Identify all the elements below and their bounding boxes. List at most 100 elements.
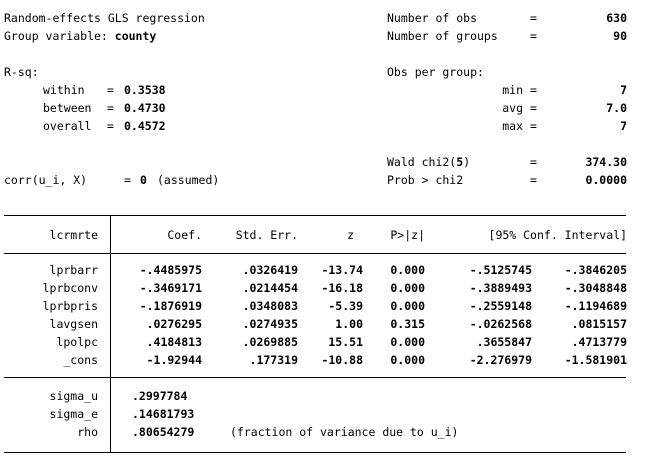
row-p: 0.000	[390, 263, 425, 277]
column-header-z: z	[347, 228, 354, 242]
group-variable-label: Group variable:	[4, 29, 115, 43]
row-std-err: .0214454	[242, 281, 298, 295]
row-coef: -.3469171	[139, 281, 202, 295]
prob-label: Prob > chi2	[387, 173, 464, 187]
group-variable-value: county	[114, 29, 157, 43]
row-ci-high: -.3846205	[564, 263, 627, 277]
row-ci-low: -.3889493	[469, 281, 532, 295]
row-coef: .0276295	[146, 317, 202, 331]
corr-label: corr(u_i, X)	[4, 173, 88, 187]
ngroups-label: Number of groups	[387, 29, 498, 43]
sigma-u-value: .2997784	[132, 389, 188, 403]
row-ci-low: -.0262568	[469, 317, 532, 331]
row-coef: -.1876919	[139, 299, 202, 313]
rho-note: (fraction of variance due to u_i)	[230, 425, 459, 439]
row-z: -5.39	[328, 299, 363, 313]
row-p: 0.000	[390, 299, 425, 313]
table-top-rule	[4, 215, 626, 216]
eq-sign: =	[107, 101, 114, 115]
regression-title: Random-effects GLS regression	[4, 11, 205, 25]
row-ci-low: .3655847	[476, 335, 532, 349]
nobs-label: Number of obs	[387, 11, 478, 25]
eq-sign: =	[124, 173, 131, 187]
eq-sign: =	[530, 119, 537, 133]
row-var-name: lpolpc	[56, 335, 98, 349]
table-sigma-rule	[4, 377, 626, 378]
depvar-label: lcrmrte	[49, 228, 98, 242]
ngroups-value: 90	[613, 29, 627, 43]
obs-per-group-label: Obs per group:	[387, 65, 484, 79]
between-label: between	[43, 101, 92, 115]
row-z: -10.88	[321, 353, 363, 367]
row-std-err: .0269885	[242, 335, 298, 349]
row-ci-low: -.2559148	[469, 299, 532, 313]
row-z: -16.18	[321, 281, 363, 295]
rho-value: .80654279	[132, 425, 195, 439]
rho-label: rho	[77, 425, 98, 439]
column-header-coef: Coef.	[167, 228, 202, 242]
row-p: 0.000	[390, 281, 425, 295]
row-var-name: lprbarr	[49, 263, 98, 277]
avg-value: 7.0	[606, 101, 627, 115]
table-bottom-rule	[4, 452, 626, 453]
row-std-err: .177319	[249, 353, 298, 367]
rsq-label: R-sq:	[4, 65, 39, 79]
overall-value: 0.4572	[124, 119, 166, 133]
row-ci-high: .0815157	[571, 317, 627, 331]
row-var-name: lprbconv	[42, 281, 98, 295]
row-p: 0.000	[390, 335, 425, 349]
avg-label: avg	[502, 101, 523, 115]
prob-value: 0.0000	[585, 173, 627, 187]
corr-value: 0	[140, 173, 147, 187]
row-p: 0.000	[390, 353, 425, 367]
sigma-e-value: .14681793	[132, 407, 195, 421]
overall-label: overall	[43, 119, 92, 133]
row-p: 0.315	[390, 317, 425, 331]
eq-sign: =	[107, 119, 114, 133]
eq-sign: =	[530, 173, 537, 187]
row-coef: .4184813	[146, 335, 202, 349]
table-column-divider	[110, 215, 111, 452]
max-value: 7	[620, 119, 627, 133]
column-header-p: P>|z|	[390, 228, 425, 242]
row-ci-low: -.5125745	[469, 263, 532, 277]
min-value: 7	[620, 83, 627, 97]
row-var-name: lavgsen	[49, 317, 98, 331]
nobs-value: 630	[606, 11, 627, 25]
row-z: 1.00	[335, 317, 363, 331]
row-ci-high: -1.581901	[564, 353, 627, 367]
max-label: max	[502, 119, 523, 133]
row-std-err: .0326419	[242, 263, 298, 277]
corr-note: (assumed)	[157, 173, 220, 187]
row-ci-high: -.1194689	[564, 299, 627, 313]
column-header-std-err: Std. Err.	[235, 228, 298, 242]
column-header-conf-interval: [95% Conf. Interval]	[488, 228, 627, 242]
row-ci-high: .4713779	[571, 335, 627, 349]
row-var-name: _cons	[63, 353, 98, 367]
eq-sign: =	[107, 83, 114, 97]
eq-sign: =	[530, 83, 537, 97]
eq-sign: =	[530, 155, 537, 169]
row-ci-low: -2.276979	[469, 353, 532, 367]
group-variable-line: Group variable: county	[4, 29, 156, 43]
min-label: min	[502, 83, 523, 97]
row-z: 15.51	[328, 335, 363, 349]
row-var-name: lprbpris	[42, 299, 98, 313]
between-value: 0.4730	[124, 101, 166, 115]
row-coef: -.4485975	[139, 263, 202, 277]
row-z: -13.74	[321, 263, 363, 277]
wald-label: Wald chi2(5)	[387, 155, 471, 169]
eq-sign: =	[530, 11, 537, 25]
within-label: within	[43, 83, 85, 97]
row-coef: -1.92944	[146, 353, 202, 367]
table-header-rule	[4, 253, 626, 254]
sigma-e-label: sigma_e	[49, 407, 98, 421]
eq-sign: =	[530, 29, 537, 43]
sigma-u-label: sigma_u	[49, 389, 98, 403]
within-value: 0.3538	[124, 83, 166, 97]
row-ci-high: -.3048848	[564, 281, 627, 295]
eq-sign: =	[530, 101, 537, 115]
wald-value: 374.30	[585, 155, 627, 169]
row-std-err: .0348083	[242, 299, 298, 313]
row-std-err: .0274935	[242, 317, 298, 331]
